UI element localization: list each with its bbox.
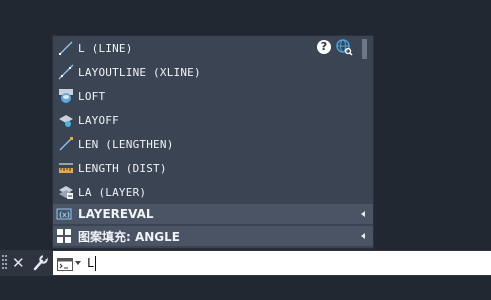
submenu-label: LAYEREVAL (78, 207, 154, 221)
autocomplete-item-loft[interactable]: LOFT (53, 84, 357, 108)
autocomplete-item-lengthen[interactable]: LEN (LENGTHEN) (53, 132, 357, 156)
autocomplete-item-label: LA (LAYER) (78, 185, 147, 199)
submenu-layereval[interactable]: (x) LAYEREVAL (53, 204, 373, 224)
system-variable-icon: (x) (56, 206, 72, 222)
autocomplete-item-label: LOFT (78, 89, 106, 103)
autocomplete-item-layoff[interactable]: LAYOFF (53, 108, 357, 132)
layer-icon (58, 184, 74, 200)
autocomplete-item-label: LAYOFF (78, 113, 119, 127)
autocomplete-item-layoutline[interactable]: LAYOUTLINE (XLINE) (53, 60, 357, 84)
text-caret (95, 256, 96, 271)
chevron-down-icon[interactable] (75, 261, 81, 265)
question-icon[interactable]: ? (317, 40, 331, 54)
submenu-label: 图案填充: ANGLE (78, 229, 181, 244)
loft-icon (58, 88, 74, 104)
chevron-left-icon (361, 233, 365, 239)
xline-icon (58, 64, 74, 80)
command-input[interactable] (53, 251, 491, 275)
autocomplete-item-label: LAYOUTLINE (XLINE) (78, 65, 201, 79)
lengthen-icon (58, 136, 74, 152)
autocomplete-popup: L (LINE) LAYOUTLINE (XLINE) LOFT LAYOFF … (53, 36, 373, 248)
autocomplete-item-label: LEN (LENGTHEN) (78, 137, 174, 151)
wrench-icon[interactable] (32, 255, 48, 271)
layoff-icon (58, 112, 74, 128)
autocomplete-item-layer[interactable]: LA (LAYER) (53, 180, 357, 204)
dist-icon (58, 160, 74, 176)
autocomplete-item-label: LENGTH (DIST) (78, 161, 167, 175)
svg-text:(x): (x) (59, 211, 70, 219)
globe-search-icon[interactable] (336, 39, 353, 56)
command-input-value: L (87, 256, 95, 270)
line-icon (58, 40, 74, 56)
autocomplete-item-label: L (LINE) (78, 41, 133, 55)
chevron-left-icon (361, 211, 365, 217)
autocomplete-item-line[interactable]: L (LINE) (53, 36, 357, 60)
close-icon[interactable]: ✕ (12, 253, 25, 273)
autocomplete-item-length[interactable]: LENGTH (DIST) (53, 156, 357, 180)
hatch-icon (56, 228, 72, 244)
command-prompt-icon[interactable] (57, 256, 73, 271)
drag-handle-icon[interactable] (2, 255, 8, 271)
autocomplete-scrollbar[interactable] (357, 36, 373, 204)
scrollbar-thumb[interactable] (362, 39, 367, 59)
submenu-hatch-angle[interactable]: 图案填充: ANGLE (53, 226, 373, 246)
